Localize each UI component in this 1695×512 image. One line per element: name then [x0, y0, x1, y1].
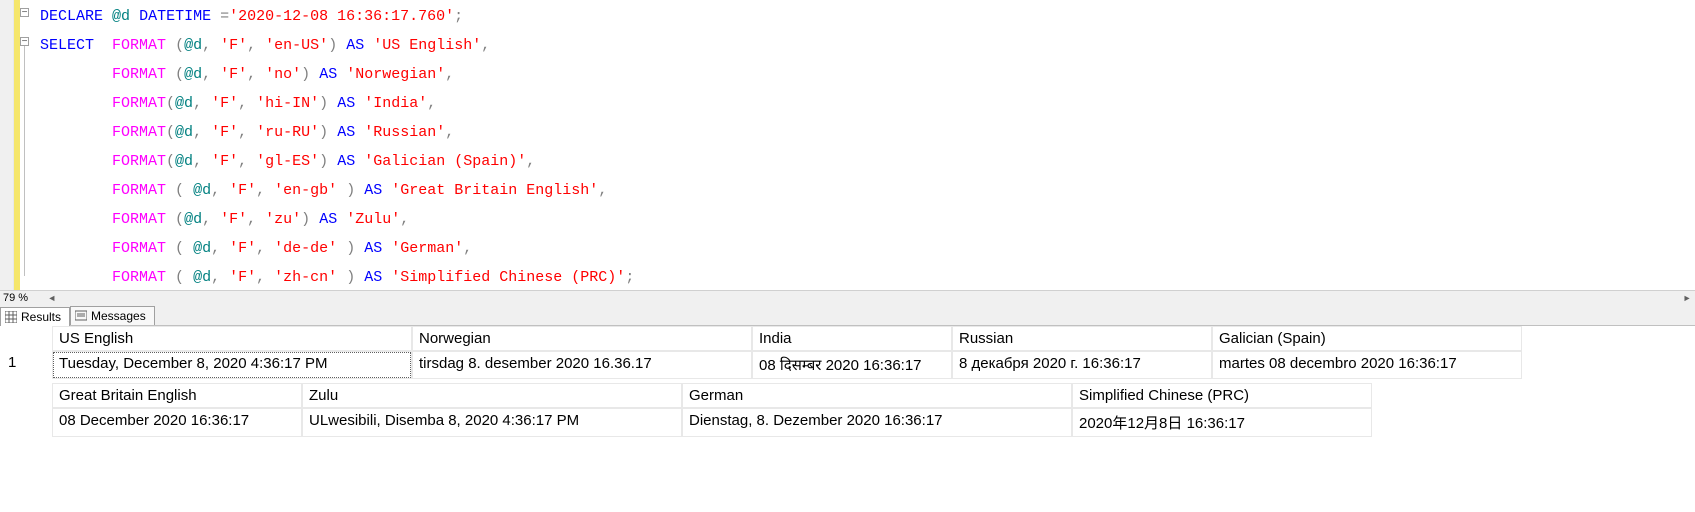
- zoom-level[interactable]: 79 %: [0, 291, 31, 305]
- column-header[interactable]: Galician (Spain): [1212, 326, 1522, 351]
- cell-value[interactable]: 2020年12月8日 16:36:17: [1072, 408, 1372, 437]
- grid-icon: [5, 311, 17, 323]
- indicator-margin: [0, 0, 14, 290]
- data-row[interactable]: 1 Tuesday, December 8, 2020 4:36:17 PMti…: [4, 351, 1695, 379]
- row-header-blank: [4, 326, 52, 351]
- column-header[interactable]: Russian: [952, 326, 1212, 351]
- cell-value[interactable]: martes 08 decembro 2020 16:36:17: [1212, 351, 1522, 379]
- cell-value[interactable]: 8 декабря 2020 г. 16:36:17: [952, 351, 1212, 379]
- tab-results[interactable]: Results: [0, 307, 70, 326]
- row-number: [4, 408, 52, 437]
- cell-value[interactable]: Dienstag, 8. Dezember 2020 16:36:17: [682, 408, 1072, 437]
- scroll-right-icon[interactable]: ►: [1679, 291, 1695, 307]
- column-header[interactable]: German: [682, 383, 1072, 408]
- collapse-toggle-icon[interactable]: −: [20, 8, 29, 17]
- tab-label: Messages: [91, 309, 146, 323]
- header-row: Great Britain EnglishZuluGermanSimplifie…: [4, 383, 1695, 408]
- column-header[interactable]: Zulu: [302, 383, 682, 408]
- outline-margin[interactable]: − −: [20, 0, 38, 290]
- cell-value[interactable]: Tuesday, December 8, 2020 4:36:17 PM: [52, 351, 412, 379]
- column-header[interactable]: US English: [52, 326, 412, 351]
- results-tabs: Results Messages: [0, 306, 1695, 326]
- horizontal-scrollbar[interactable]: 79 % ◄ ►: [0, 290, 1695, 306]
- scroll-left-icon[interactable]: ◄: [44, 291, 60, 307]
- cell-value[interactable]: ULwesibili, Disemba 8, 2020 4:36:17 PM: [302, 408, 682, 437]
- header-row: US EnglishNorwegianIndiaRussianGalician …: [4, 326, 1695, 351]
- code-text[interactable]: DECLARE @d DATETIME ='2020-12-08 16:36:1…: [38, 0, 1695, 290]
- cell-value[interactable]: 08 दिसम्बर 2020 16:36:17: [752, 351, 952, 379]
- tab-messages[interactable]: Messages: [70, 306, 155, 325]
- outline-guide: [24, 46, 25, 276]
- cell-value[interactable]: tirsdag 8. desember 2020 16.36.17: [412, 351, 752, 379]
- tab-label: Results: [21, 310, 61, 324]
- column-header[interactable]: Norwegian: [412, 326, 752, 351]
- column-header[interactable]: India: [752, 326, 952, 351]
- message-icon: [75, 310, 87, 322]
- row-number[interactable]: 1: [4, 351, 52, 379]
- results-grid[interactable]: US EnglishNorwegianIndiaRussianGalician …: [0, 326, 1695, 437]
- cell-value[interactable]: 08 December 2020 16:36:17: [52, 408, 302, 437]
- sql-editor[interactable]: − − DECLARE @d DATETIME ='2020-12-08 16:…: [0, 0, 1695, 290]
- row-header-blank: [4, 383, 52, 408]
- column-header[interactable]: Simplified Chinese (PRC): [1072, 383, 1372, 408]
- collapse-toggle-icon[interactable]: −: [20, 37, 29, 46]
- column-header[interactable]: Great Britain English: [52, 383, 302, 408]
- data-row[interactable]: 08 December 2020 16:36:17ULwesibili, Dis…: [4, 408, 1695, 437]
